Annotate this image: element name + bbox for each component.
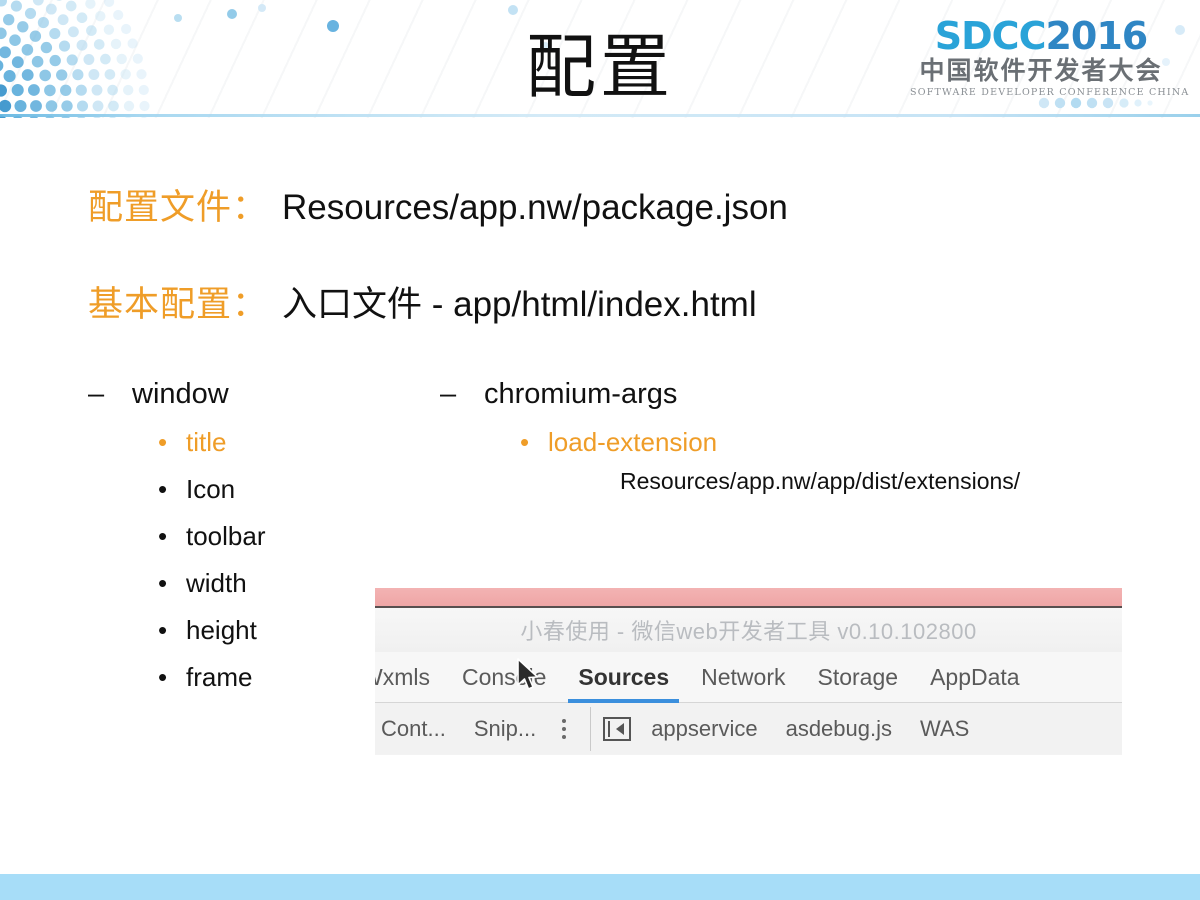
chromium-args-heading: – chromium-args	[440, 378, 1020, 410]
slide-header: 配置 SDCC2016 中国软件开发者大会 SOFTWARE DEVELOPER…	[0, 0, 1200, 118]
logo-year-text: 2016	[1045, 14, 1148, 58]
dash-marker-icon: –	[440, 378, 457, 410]
window-item-label: height	[186, 615, 257, 645]
tab-network[interactable]: Network	[685, 652, 801, 702]
devtools-screenshot: 小春使用 - 微信web开发者工具 v0.10.102800 Wxmls Con…	[375, 588, 1122, 755]
devtools-sub-toolbar: Cont... Snip... appservice asdebug.js WA…	[375, 703, 1122, 754]
bullet-dot-icon: •	[158, 568, 168, 598]
header-divider	[0, 114, 1200, 117]
logo-wordmark: SDCC2016	[910, 16, 1172, 56]
window-option-list: – window • title • Icon • toolbar • widt…	[88, 378, 266, 692]
file-tab-appservice[interactable]: appservice	[637, 716, 771, 742]
bullet-dot-icon: •	[158, 474, 168, 504]
list-item: • width	[158, 568, 266, 598]
subtab-snippets[interactable]: Snip...	[460, 716, 550, 742]
basic-config-value: 入口文件 - app/html/index.html	[282, 285, 757, 324]
tab-label: AppData	[930, 663, 1020, 690]
logo-chinese-text: 中国软件开发者大会	[919, 56, 1163, 85]
dash-marker-icon: –	[88, 378, 105, 410]
tab-sources[interactable]: Sources	[562, 652, 685, 703]
tab-label: Sources	[578, 663, 670, 690]
basic-config-label: 基本配置：	[88, 285, 269, 325]
window-item-label: width	[186, 568, 247, 598]
toggle-sidebar-icon[interactable]	[603, 716, 632, 741]
chromium-args-option-list: – chromium-args • load-extension Resourc…	[440, 378, 1020, 495]
file-tab-was[interactable]: WAS	[906, 716, 983, 742]
subtab-content-scripts[interactable]: Cont...	[375, 716, 460, 742]
config-file-row: 配置文件： Resources/app.nw/package.json	[88, 186, 788, 230]
more-options-icon[interactable]	[550, 718, 578, 739]
tab-label: Network	[701, 663, 786, 690]
tab-console[interactable]: Console	[446, 652, 562, 702]
window-item-label: Icon	[186, 474, 236, 504]
window-heading-label: window	[132, 378, 229, 410]
slide: 配置 SDCC2016 中国软件开发者大会 SOFTWARE DEVELOPER…	[0, 0, 1200, 900]
tab-label: Console	[461, 663, 547, 690]
chromium-args-heading-label: chromium-args	[484, 378, 678, 410]
tab-storage[interactable]: Storage	[802, 652, 915, 702]
devtools-window-title: 小春使用 - 微信web开发者工具 v0.10.102800	[520, 619, 977, 644]
toolbar-divider	[590, 706, 592, 751]
bullet-dot-icon: •	[520, 427, 530, 457]
list-item: • toolbar	[158, 521, 266, 551]
tab-appdata[interactable]: AppData	[914, 652, 1036, 702]
bullet-dot-icon: •	[158, 615, 168, 645]
tab-label: Storage	[817, 663, 899, 690]
config-file-value: Resources/app.nw/package.json	[282, 188, 788, 227]
window-heading: – window	[88, 378, 266, 410]
devtools-tab-bar: Wxmls Console Sources Network Storage Ap…	[375, 652, 1122, 703]
load-extension-path: Resources/app.nw/app/dist/extensions/	[620, 468, 1021, 494]
list-item: • Icon	[158, 474, 266, 504]
config-file-label: 配置文件：	[88, 188, 269, 228]
window-item-label: frame	[186, 662, 253, 692]
chromium-args-item-label: load-extension	[548, 427, 718, 457]
window-item-label: title	[186, 427, 227, 457]
bullet-dot-icon: •	[158, 427, 168, 457]
devtools-title-bar: 小春使用 - 微信web开发者工具 v0.10.102800	[375, 608, 1122, 652]
window-item-label: toolbar	[186, 521, 266, 551]
slide-footer-bar	[0, 874, 1200, 900]
list-item: • frame	[158, 662, 266, 692]
basic-config-row: 基本配置： 入口文件 - app/html/index.html	[88, 283, 757, 327]
devtools-accent-bar	[375, 588, 1122, 608]
logo-dot-row-decoration	[1038, 97, 1153, 109]
bullet-dot-icon: •	[158, 662, 168, 692]
tab-wxmls[interactable]: Wxmls	[375, 652, 446, 702]
list-item: • load-extension	[520, 427, 1020, 457]
file-tab-asdebug[interactable]: asdebug.js	[772, 716, 906, 742]
tab-label: Wxmls	[375, 663, 430, 690]
list-item: • height	[158, 615, 266, 645]
bullet-dot-icon: •	[158, 521, 168, 551]
list-item: • title	[158, 427, 266, 457]
sdcc-logo: SDCC2016 中国软件开发者大会 SOFTWARE DEVELOPER CO…	[910, 16, 1188, 108]
logo-main-text: SDCC	[934, 14, 1047, 58]
